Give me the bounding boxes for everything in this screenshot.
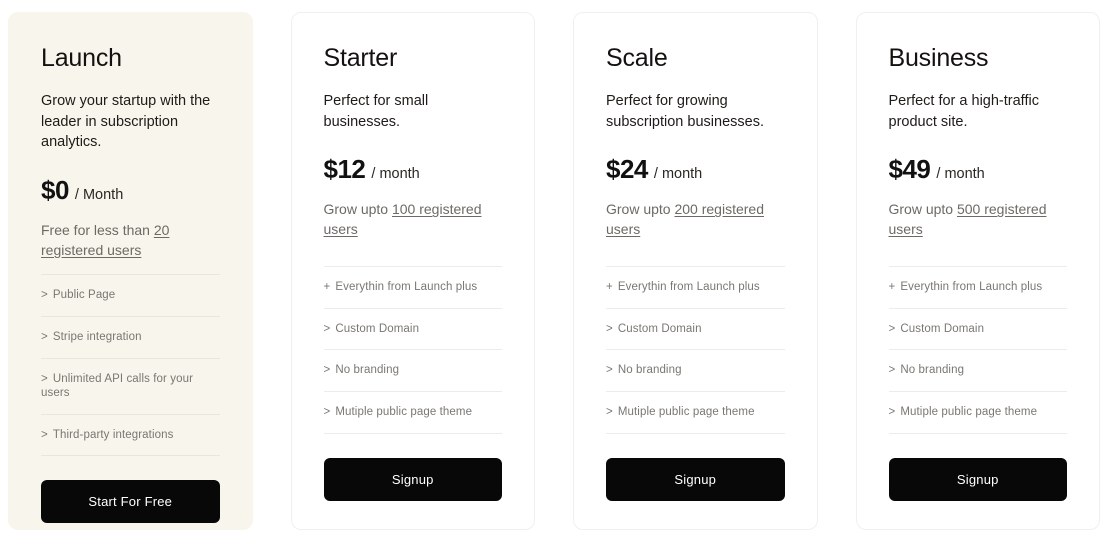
- plan-tagline: Grow your startup with the leader in sub…: [41, 93, 211, 151]
- feature-item: > Mutiple public page theme: [888, 391, 1067, 434]
- feature-marker-icon: >: [323, 364, 331, 377]
- plan-quota-prefix: Free for less than: [41, 221, 154, 238]
- feature-item: > Unlimited API calls for your users: [41, 357, 220, 414]
- plan-cta-button-starter[interactable]: Signup: [323, 458, 502, 501]
- feature-marker-icon: >: [41, 331, 48, 344]
- plan-price-amount: $12: [323, 154, 366, 185]
- plan-price-block: $49 / month: [889, 154, 1068, 185]
- plan-title: Launch: [41, 44, 122, 72]
- feature-item: + Everythin from Launch plus: [606, 265, 785, 308]
- feature-item: > No branding: [606, 349, 785, 391]
- plan-card-launch: Launch Grow your startup with the leader …: [8, 12, 253, 530]
- plan-cta-button-business[interactable]: Signup: [888, 458, 1067, 501]
- plan-feature-list: + Everythin from Launch plus > Custom Domai…: [323, 265, 502, 434]
- feature-label: Stripe integration: [52, 331, 142, 344]
- plan-feature-list: > Public Page > Stripe integration > Unlimite…: [41, 274, 220, 457]
- feature-marker-icon: +: [606, 280, 613, 293]
- feature-label: Mutiple public page theme: [335, 406, 473, 419]
- pricing-plans-grid: Launch Grow your startup with the leader …: [0, 0, 1108, 540]
- plan-price-period: / Month: [74, 186, 124, 203]
- plan-price-block: $12 / month: [324, 154, 503, 185]
- plan-feature-list: + Everythin from Launch plus > Custom Domai…: [606, 265, 785, 434]
- feature-item: > No branding: [888, 349, 1067, 391]
- feature-item: > Stripe integration: [41, 316, 220, 358]
- plan-title: Scale: [606, 44, 668, 72]
- layout-spacer: [889, 240, 1068, 266]
- feature-marker-icon: >: [323, 322, 331, 335]
- feature-label: Everythin from Launch plus: [335, 280, 478, 293]
- feature-item: + Everythin from Launch plus: [888, 265, 1067, 308]
- feature-marker-icon: >: [888, 322, 896, 335]
- plan-tagline: Perfect for a high-traffic product site.: [888, 93, 1039, 130]
- plan-cta-button-scale[interactable]: Signup: [606, 458, 785, 501]
- feature-label: Public Page: [52, 289, 116, 302]
- feature-item: > Custom Domain: [606, 307, 785, 350]
- feature-label: No branding: [900, 364, 965, 377]
- plan-price-block: $0 / Month: [41, 175, 220, 206]
- plan-quota-line: Grow upto 500 registered users: [889, 199, 1068, 240]
- feature-item: + Everythin from Launch plus: [323, 265, 502, 308]
- feature-item: > Mutiple public page theme: [323, 391, 502, 434]
- feature-label: Everythin from Launch plus: [900, 280, 1043, 293]
- feature-marker-icon: >: [41, 372, 48, 385]
- feature-label: Custom Domain: [617, 322, 702, 335]
- feature-marker-icon: >: [888, 364, 896, 377]
- feature-marker-icon: >: [888, 406, 896, 419]
- plan-quota-prefix: Grow upto: [888, 201, 957, 218]
- plan-quota-line: Free for less than 20 registered users: [41, 220, 220, 261]
- layout-spacer: [324, 240, 503, 266]
- feature-label: No branding: [617, 364, 682, 377]
- plan-quota-line: Grow upto 100 registered users: [324, 199, 503, 240]
- feature-marker-icon: +: [888, 280, 896, 293]
- layout-spacer: [606, 240, 785, 266]
- plan-price-amount: $0: [41, 174, 69, 205]
- plan-price-period: / month: [371, 166, 420, 183]
- plan-cta-button-launch[interactable]: Start For Free: [41, 480, 220, 524]
- plan-price-period: / month: [936, 166, 985, 183]
- feature-item: > Public Page: [41, 274, 220, 316]
- plan-title: Business: [888, 44, 989, 72]
- plan-price-block: $24 / month: [606, 154, 785, 185]
- feature-marker-icon: >: [323, 406, 331, 419]
- feature-label: No branding: [335, 364, 400, 377]
- feature-item: > Custom Domain: [323, 307, 502, 350]
- feature-marker-icon: >: [41, 289, 48, 302]
- plan-card-business: Business Perfect for a high-traffic produ…: [855, 12, 1100, 530]
- plan-quota-prefix: Grow upto: [606, 201, 675, 218]
- feature-marker-icon: >: [606, 406, 613, 419]
- plan-tagline: Perfect for growing subscription busines…: [606, 93, 764, 130]
- feature-marker-icon: >: [606, 364, 613, 377]
- feature-item: > Mutiple public page theme: [606, 391, 785, 434]
- feature-label: Mutiple public page theme: [900, 406, 1038, 419]
- plan-quota-prefix: Grow upto: [323, 201, 392, 218]
- feature-label: Custom Domain: [900, 322, 985, 335]
- feature-item: > No branding: [323, 349, 502, 391]
- feature-label: Everythin from Launch plus: [617, 280, 760, 293]
- feature-marker-icon: +: [323, 280, 331, 293]
- feature-label: Mutiple public page theme: [617, 406, 755, 419]
- layout-spacer: [41, 260, 220, 274]
- plan-price-period: / month: [653, 166, 703, 183]
- plan-tagline: Perfect for small businesses.: [323, 93, 429, 130]
- feature-item: > Custom Domain: [888, 307, 1067, 350]
- plan-title: Starter: [323, 44, 398, 72]
- feature-item: > Third-party integrations: [41, 413, 220, 457]
- feature-marker-icon: >: [41, 428, 48, 441]
- plan-quota-line: Grow upto 200 registered users: [606, 199, 785, 240]
- plan-card-scale: Scale Perfect for growing subscription bu…: [573, 12, 818, 530]
- feature-marker-icon: >: [606, 322, 613, 335]
- feature-label: Custom Domain: [335, 322, 420, 335]
- feature-label: Unlimited API calls for your users: [41, 372, 194, 399]
- plan-price-amount: $24: [606, 154, 648, 185]
- plan-feature-list: + Everythin from Launch plus > Custom Domai…: [888, 265, 1067, 434]
- plan-card-starter: Starter Perfect for small businesses. $12 /…: [290, 12, 535, 530]
- plan-price-amount: $49: [888, 154, 931, 185]
- feature-label: Third-party integrations: [52, 428, 174, 441]
